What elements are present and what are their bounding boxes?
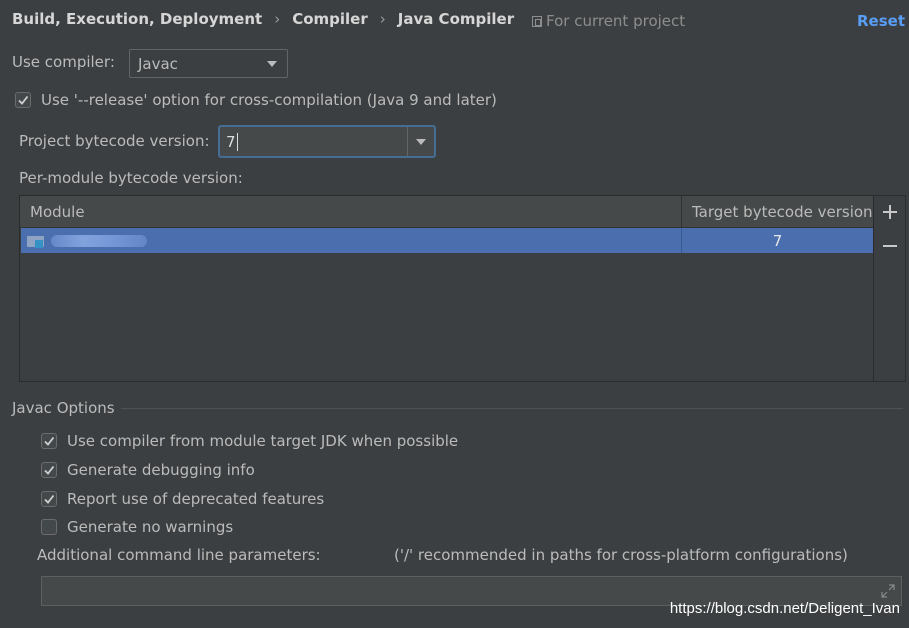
javac-options-title: Javac Options xyxy=(12,399,115,417)
option-debug-info-row[interactable]: Generate debugging info xyxy=(41,461,255,479)
project-scope-icon xyxy=(532,15,542,27)
release-option-label: Use '--release' option for cross-compila… xyxy=(41,91,497,109)
per-module-label: Per-module bytecode version: xyxy=(19,169,243,187)
remove-icon[interactable] xyxy=(882,238,898,254)
chevron-down-icon xyxy=(267,60,277,67)
expand-icon[interactable] xyxy=(881,584,895,598)
option-deprecated-label: Report use of deprecated features xyxy=(67,490,325,508)
text-caret xyxy=(236,132,238,151)
module-folder-icon xyxy=(27,234,45,248)
table-header: Module Target bytecode version xyxy=(20,196,873,228)
project-bytecode-dropdown-button[interactable] xyxy=(408,127,434,156)
table-toolbar xyxy=(873,196,905,381)
checkmark-icon xyxy=(44,465,55,475)
breadcrumb-separator: › xyxy=(274,10,281,28)
checkmark-icon xyxy=(44,436,55,446)
redacted-module-name xyxy=(51,234,147,247)
option-no-warnings-label: Generate no warnings xyxy=(67,518,234,536)
chevron-down-icon xyxy=(416,138,426,145)
breadcrumb: Build, Execution, Deployment › Compiler … xyxy=(12,8,514,30)
option-module-jdk-checkbox[interactable] xyxy=(41,433,57,449)
option-module-jdk-label: Use compiler from module target JDK when… xyxy=(67,432,459,450)
table-cell-target[interactable]: 7 xyxy=(682,228,873,253)
checkmark-icon xyxy=(44,494,55,504)
watermark: https://blog.csdn.net/Deligent_Ivan xyxy=(669,600,900,617)
project-bytecode-label: Project bytecode version: xyxy=(19,132,210,150)
checkmark-icon xyxy=(18,95,29,105)
column-header-module[interactable]: Module xyxy=(20,196,682,227)
option-debug-info-label: Generate debugging info xyxy=(67,461,255,479)
compiler-select-value: Javac xyxy=(138,54,178,73)
project-bytecode-combo[interactable]: 7 xyxy=(218,125,436,158)
breadcrumb-item-compiler[interactable]: Compiler xyxy=(292,10,368,28)
option-deprecated-checkbox[interactable] xyxy=(41,491,57,507)
release-option-row[interactable]: Use '--release' option for cross-compila… xyxy=(15,91,497,109)
table-cell-module[interactable] xyxy=(21,228,682,253)
add-icon[interactable] xyxy=(882,204,898,220)
module-bytecode-table: Module Target bytecode version 7 xyxy=(19,195,906,382)
section-divider xyxy=(121,408,903,409)
project-bytecode-value: 7 xyxy=(226,132,236,151)
table-row[interactable]: 7 xyxy=(21,228,873,253)
breadcrumb-item-build[interactable]: Build, Execution, Deployment xyxy=(12,10,262,28)
compiler-select[interactable]: Javac xyxy=(129,49,288,78)
release-option-checkbox[interactable] xyxy=(15,92,31,108)
option-deprecated-row[interactable]: Report use of deprecated features xyxy=(41,490,324,508)
scope-label: For current project xyxy=(546,12,686,30)
project-bytecode-input[interactable]: 7 xyxy=(220,127,408,156)
scope-indicator: For current project xyxy=(532,12,685,30)
option-no-warnings-checkbox[interactable] xyxy=(41,519,57,535)
additional-params-hint: ('/' recommended in paths for cross-plat… xyxy=(394,546,848,564)
additional-params-label: Additional command line parameters: xyxy=(37,546,321,564)
reset-link[interactable]: Reset xyxy=(857,12,905,30)
option-module-jdk-row[interactable]: Use compiler from module target JDK when… xyxy=(41,432,458,450)
column-header-target[interactable]: Target bytecode version xyxy=(682,196,873,227)
use-compiler-label: Use compiler: xyxy=(12,53,115,71)
option-no-warnings-row[interactable]: Generate no warnings xyxy=(41,518,233,536)
option-debug-info-checkbox[interactable] xyxy=(41,462,57,478)
breadcrumb-item-java-compiler: Java Compiler xyxy=(397,10,515,28)
breadcrumb-separator: › xyxy=(379,10,386,28)
